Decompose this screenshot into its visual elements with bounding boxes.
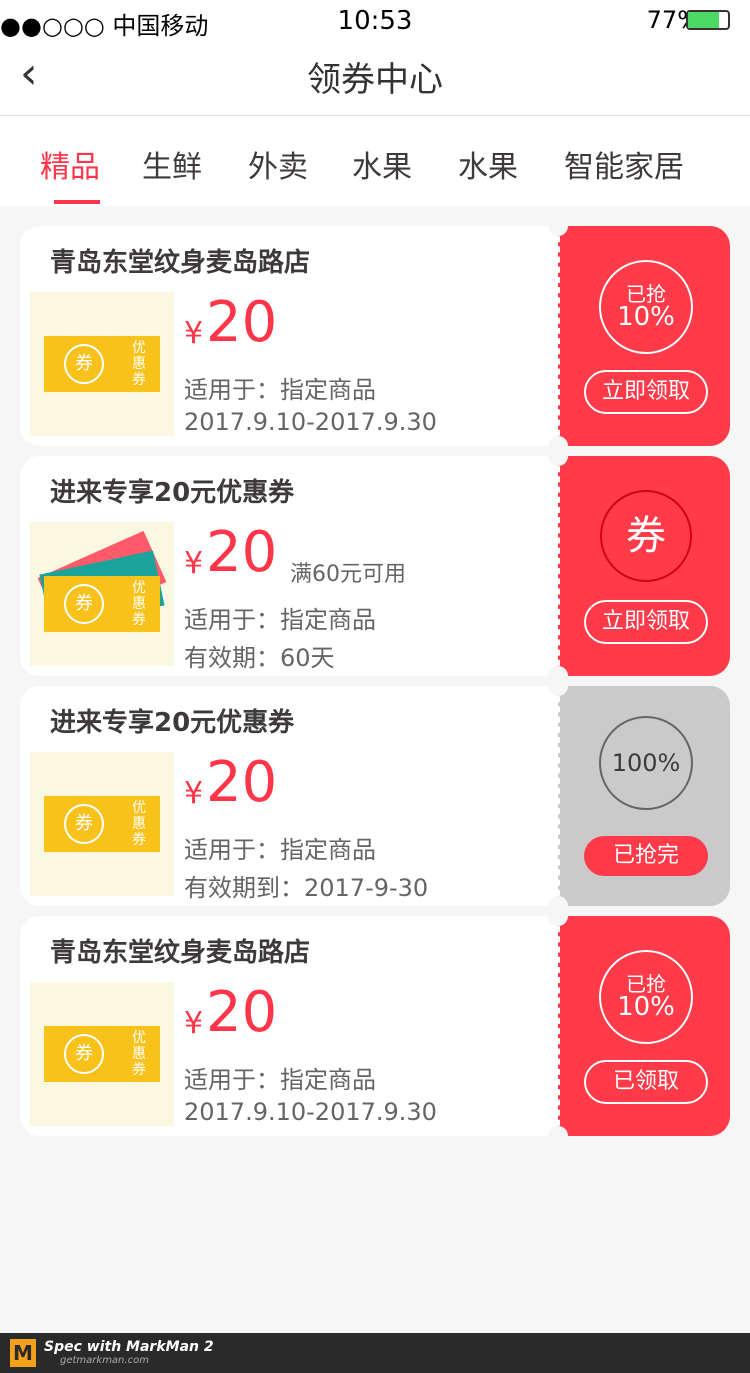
ticket-icon: 券 优惠券 xyxy=(44,576,160,632)
coupon-validity: 有效期到：2017-9-30 xyxy=(184,874,429,902)
category-tabs: 精品 生鲜 外卖 水果 水果 智能家居 xyxy=(0,116,750,206)
coupon-action-panel: 已抢 10% 立即领取 xyxy=(558,226,730,446)
tab-shuiguo[interactable]: 水果 xyxy=(352,142,412,186)
yen-symbol: ¥ xyxy=(184,776,204,811)
yen-symbol: ¥ xyxy=(184,1006,204,1041)
tab-underline xyxy=(54,200,100,204)
coupon-action-panel: 100% 已抢完 xyxy=(558,686,730,906)
coupon-card: 进来专享20元优惠券 券 优惠券 ¥ 20 满60元可用 适用于：指定商品 有效… xyxy=(20,446,730,686)
sold-out-button[interactable]: 已抢完 xyxy=(584,836,708,876)
coupon-action-panel: 已抢 10% 已领取 xyxy=(558,916,730,1136)
coupon-card: 进来专享20元优惠券 券 优惠券 ¥ 20 适用于：指定商品 有效期到：2017… xyxy=(20,676,730,916)
coupon-amount: 20 xyxy=(206,520,278,585)
tab-shengxian[interactable]: 生鲜 xyxy=(142,142,202,186)
coupon-amount: 20 xyxy=(206,290,278,355)
footer-brand: Spec with MarkMan 2 xyxy=(44,1339,214,1355)
claim-button[interactable]: 立即领取 xyxy=(584,370,708,414)
coupon-scope: 适用于：指定商品 xyxy=(184,836,376,864)
tab-waimai[interactable]: 外卖 xyxy=(248,142,308,186)
yen-symbol: ¥ xyxy=(184,316,204,351)
progress-percent: 10% xyxy=(617,302,675,332)
coupon-body: 进来专享20元优惠券 券 优惠券 ¥ 20 适用于：指定商品 有效期到：2017… xyxy=(20,686,558,906)
ticket-icon: 券 优惠券 xyxy=(44,336,160,392)
coupon-body: 青岛东堂纹身麦岛路店 券 优惠券 ¥ 20 适用于：指定商品 2017.9.10… xyxy=(20,916,558,1136)
coupon-action-panel: 券 立即领取 xyxy=(558,456,730,676)
footer-site: getmarkman.com xyxy=(60,1355,149,1366)
coupon-amount: 20 xyxy=(206,980,278,1045)
claim-button[interactable]: 立即领取 xyxy=(584,600,708,644)
coupon-condition: 满60元可用 xyxy=(290,562,406,587)
nav-bar: ‹ 领券中心 xyxy=(0,40,750,116)
battery-icon xyxy=(686,10,730,30)
progress-percent: 10% xyxy=(617,992,675,1022)
ticket-icon: 券 优惠券 xyxy=(44,796,160,852)
markman-logo-icon: M xyxy=(10,1339,36,1367)
claimed-button[interactable]: 已领取 xyxy=(584,1060,708,1104)
coupon-amount: 20 xyxy=(206,750,278,815)
store-name: 进来专享20元优惠券 xyxy=(50,708,295,738)
coupon-thumb: 券 优惠券 xyxy=(30,292,174,436)
coupon-thumb: 券 优惠券 xyxy=(30,752,174,896)
coupon-badge-icon: 券 xyxy=(600,490,692,582)
coupon-body: 进来专享20元优惠券 券 优惠券 ¥ 20 满60元可用 适用于：指定商品 有效… xyxy=(20,456,558,676)
progress-percent: 100% xyxy=(599,716,693,810)
markman-footer: M Spec with MarkMan 2 getmarkman.com xyxy=(0,1333,750,1373)
coupon-validity: 2017.9.10-2017.9.30 xyxy=(184,408,437,436)
store-name: 进来专享20元优惠券 xyxy=(50,478,295,508)
coupon-scope: 适用于：指定商品 xyxy=(184,1066,376,1094)
tab-shuiguo-2[interactable]: 水果 xyxy=(458,142,518,186)
coupon-thumb: 券 优惠券 xyxy=(30,522,174,666)
coupon-validity: 有效期：60天 xyxy=(184,644,335,672)
coupon-scope: 适用于：指定商品 xyxy=(184,376,376,404)
coupon-scope: 适用于：指定商品 xyxy=(184,606,376,634)
store-name: 青岛东堂纹身麦岛路店 xyxy=(50,938,311,968)
clock: 10:53 xyxy=(337,6,413,36)
coupon-card: 青岛东堂纹身麦岛路店 券 优惠券 ¥ 20 适用于：指定商品 2017.9.10… xyxy=(20,216,730,456)
yen-symbol: ¥ xyxy=(184,546,204,581)
coupon-validity: 2017.9.10-2017.9.30 xyxy=(184,1098,437,1126)
tab-smart-home[interactable]: 智能家居 xyxy=(564,142,684,186)
store-name: 青岛东堂纹身麦岛路店 xyxy=(50,248,311,278)
ticket-icon: 券 优惠券 xyxy=(44,1026,160,1082)
coupon-thumb: 券 优惠券 xyxy=(30,982,174,1126)
page-title: 领券中心 xyxy=(307,60,443,100)
progress-ring: 已抢 10% xyxy=(599,950,693,1044)
tab-jingpin[interactable]: 精品 xyxy=(40,142,100,186)
status-bar: ●●○○○ 中国移动 10:53 77% xyxy=(0,0,750,40)
progress-ring: 已抢 10% xyxy=(599,260,693,354)
coupon-card: 青岛东堂纹身麦岛路店 券 优惠券 ¥ 20 适用于：指定商品 2017.9.10… xyxy=(20,906,730,1146)
coupon-body: 青岛东堂纹身麦岛路店 券 优惠券 ¥ 20 适用于：指定商品 2017.9.10… xyxy=(20,226,558,446)
